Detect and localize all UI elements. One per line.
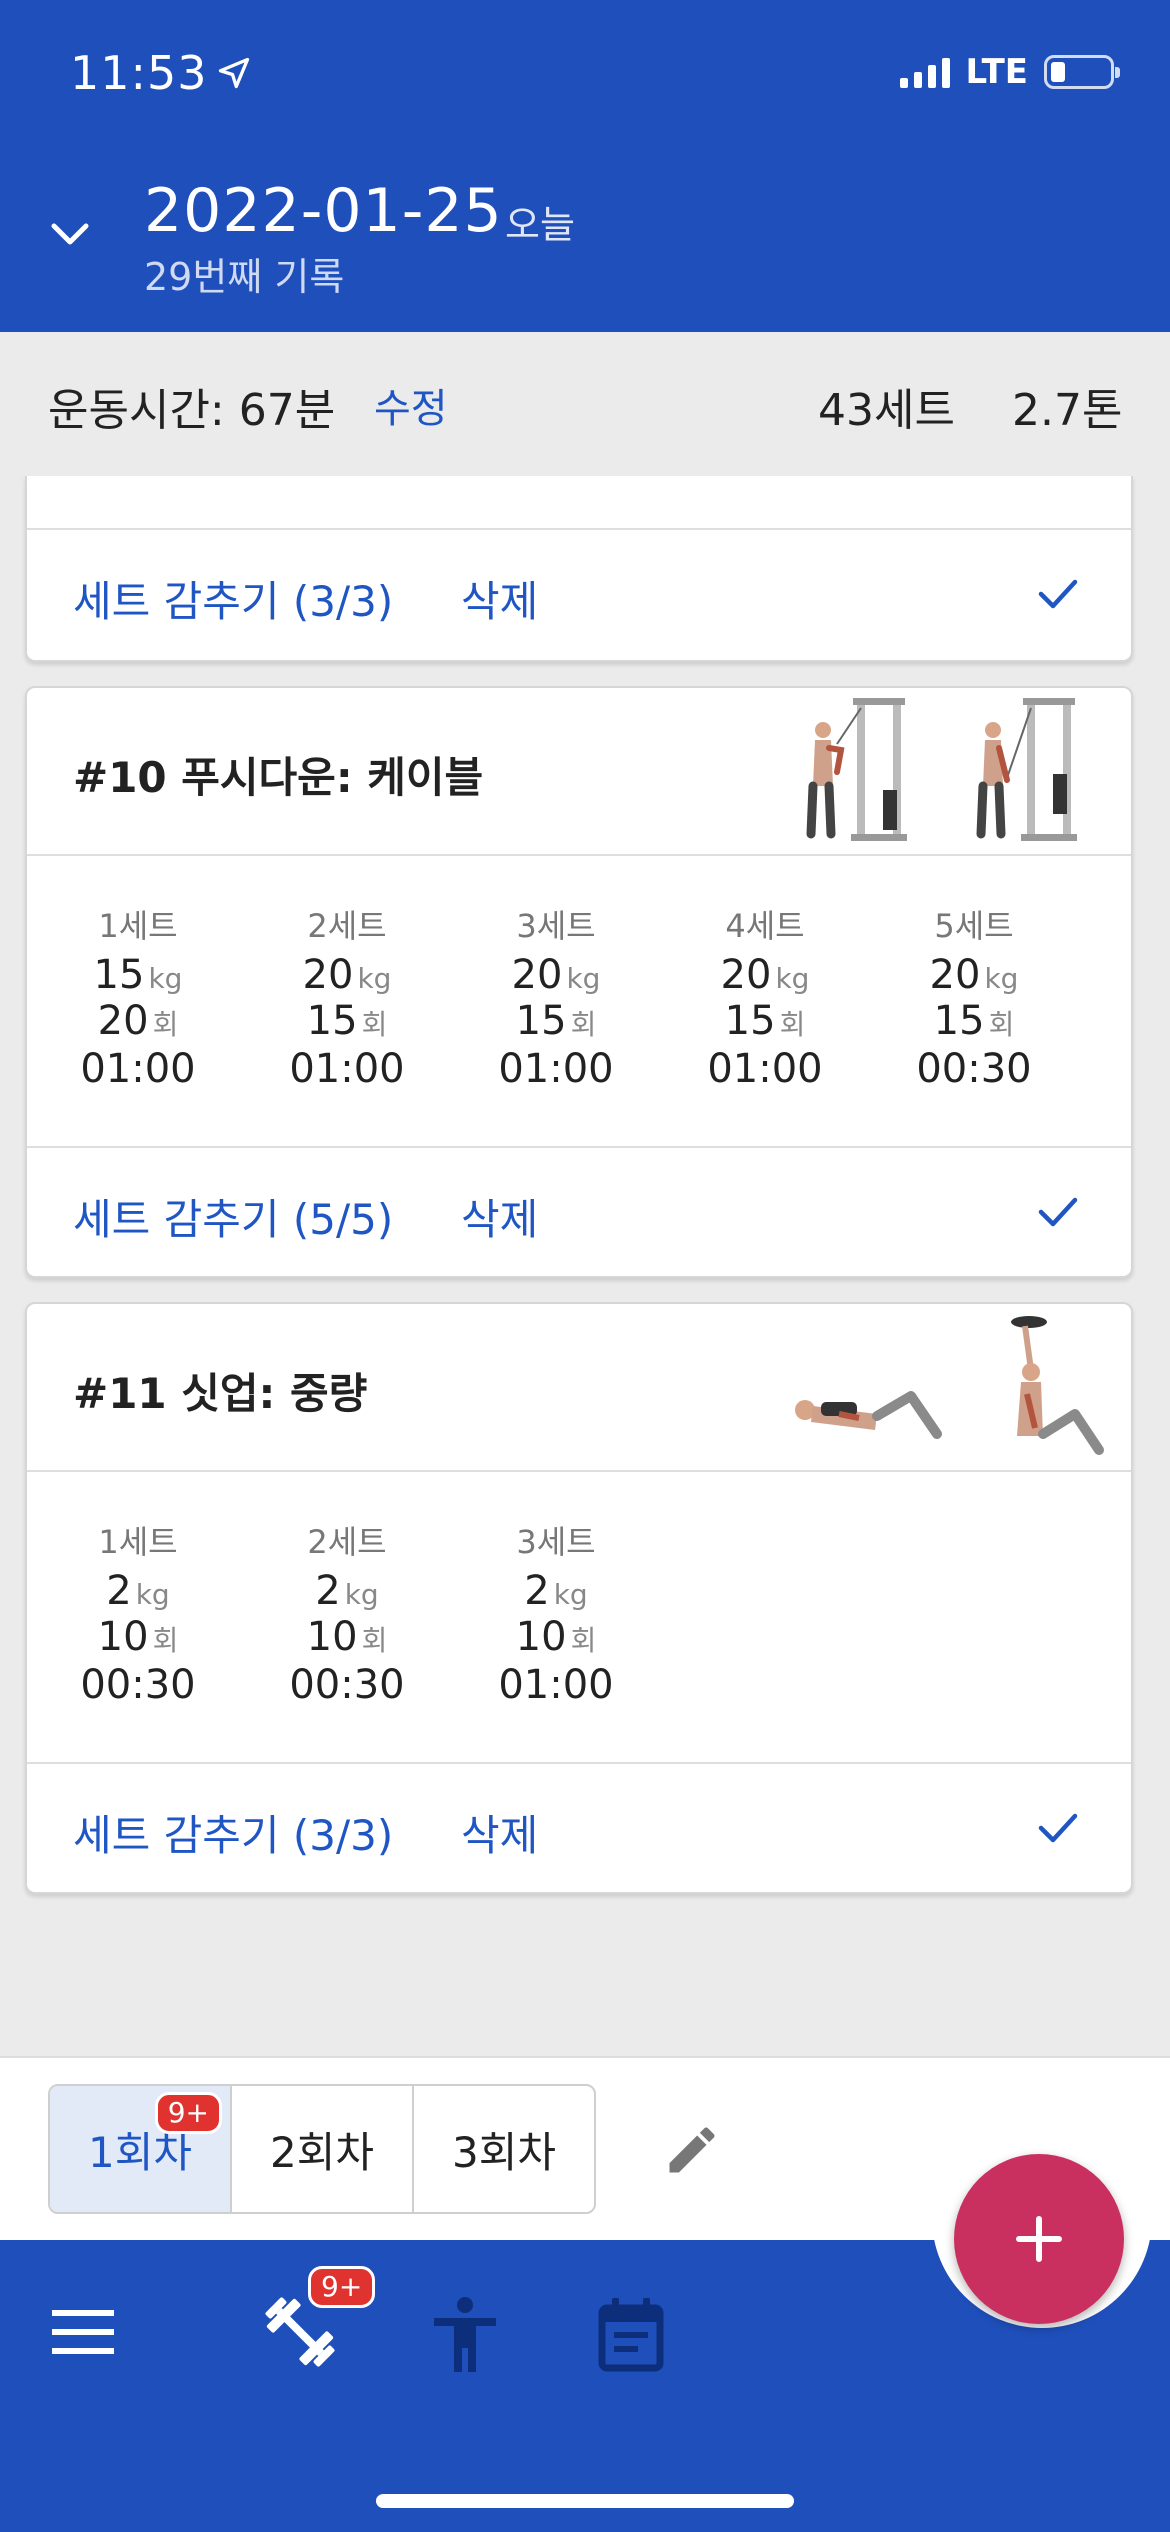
set-item[interactable]: 3세트 2 kg 10 회 01:00 bbox=[466, 1516, 646, 1710]
set-time: 01:00 bbox=[498, 1662, 614, 1708]
exercise-card-partial: 세트 감추기 (3/3) 삭제 bbox=[25, 476, 1133, 662]
tab-label: 3회차 bbox=[451, 2127, 556, 2177]
situp-illustration-start bbox=[795, 1391, 942, 1439]
set-weight: 15 kg bbox=[93, 952, 183, 998]
tab-session-1[interactable]: 1회차 9+ bbox=[50, 2086, 232, 2212]
tab-label: 2회차 bbox=[269, 2127, 374, 2177]
set-name: 1세트 bbox=[98, 907, 178, 945]
workout-badge: 9+ bbox=[308, 2266, 376, 2308]
hide-sets-button[interactable]: 세트 감추기 (3/3) bbox=[73, 1802, 393, 1863]
set-weight: 2 kg bbox=[524, 1568, 588, 1614]
set-name: 5세트 bbox=[934, 907, 1014, 945]
exercise-title: #11 싯업: 중량 bbox=[73, 1369, 368, 1418]
set-item[interactable]: 2세트 2 kg 10 회 00:30 bbox=[257, 1516, 437, 1710]
check-icon[interactable] bbox=[1035, 570, 1081, 616]
total-sets: 43세트 bbox=[818, 385, 955, 436]
set-time: 01:00 bbox=[80, 1046, 196, 1092]
check-icon[interactable] bbox=[1035, 1804, 1081, 1850]
set-reps: 15 회 bbox=[724, 998, 806, 1044]
set-time: 00:30 bbox=[916, 1046, 1032, 1092]
hide-sets-button[interactable]: 세트 감추기 (5/5) bbox=[73, 1186, 393, 1247]
total-tons: 2.7톤 bbox=[1012, 385, 1123, 436]
set-weight: 20 kg bbox=[511, 952, 601, 998]
status-indicators: LTE bbox=[899, 52, 1120, 92]
set-reps: 20 회 bbox=[97, 998, 179, 1044]
workout-duration: 운동시간: 67분 bbox=[48, 385, 336, 436]
pencil-icon[interactable] bbox=[662, 2120, 722, 2180]
card-footer: 세트 감추기 (3/3) 삭제 bbox=[27, 530, 1131, 660]
cable-pushdown-illustration-start bbox=[806, 698, 907, 841]
today-label: 오늘 bbox=[505, 203, 575, 247]
set-weight: 20 kg bbox=[302, 952, 392, 998]
set-name: 2세트 bbox=[307, 907, 387, 945]
sets-list: 1세트 2 kg 10 회 00:30 2세트 2 kg 10 회 00:30 3세트 … bbox=[27, 1472, 1131, 1766]
set-item[interactable]: 5세트 20 kg 15 회 00:30 bbox=[884, 900, 1064, 1094]
tab-session-2[interactable]: 2회차 bbox=[232, 2086, 414, 2212]
set-item[interactable]: 1세트 2 kg 10 회 00:30 bbox=[48, 1516, 228, 1710]
battery-icon bbox=[1044, 55, 1120, 89]
chevron-down-icon[interactable] bbox=[46, 214, 94, 254]
set-item[interactable]: 1세트 15 kg 20 회 01:00 bbox=[48, 900, 228, 1094]
set-time: 00:30 bbox=[80, 1662, 196, 1708]
delete-button[interactable]: 삭제 bbox=[461, 568, 538, 629]
status-time: 11:53 bbox=[70, 46, 252, 100]
card-footer: 세트 감추기 (5/5) 삭제 bbox=[27, 1146, 1131, 1276]
record-count: 29번째 기록 bbox=[144, 255, 345, 299]
exercise-card: #11 싯업: 중량 1세트 2 kg 10 회 00:30 2세트 2 kg 10 회 bbox=[25, 1302, 1133, 1894]
set-name: 1세트 bbox=[98, 1523, 178, 1561]
edit-duration-button[interactable]: 수정 bbox=[374, 376, 448, 434]
situp-illustration-end bbox=[1011, 1316, 1104, 1455]
set-time: 01:00 bbox=[498, 1046, 614, 1092]
network-label: LTE bbox=[965, 52, 1028, 92]
calendar-icon[interactable] bbox=[596, 2296, 666, 2372]
hide-sets-button[interactable]: 세트 감추기 (3/3) bbox=[73, 568, 393, 629]
home-indicator[interactable] bbox=[376, 2494, 794, 2508]
exercise-card: #10 푸시다운: 케이블 1세트 15 kg 20 회 01:00 2세트 2… bbox=[25, 686, 1133, 1278]
set-name: 3세트 bbox=[516, 1523, 596, 1561]
check-icon[interactable] bbox=[1035, 1188, 1081, 1234]
delete-button[interactable]: 삭제 bbox=[461, 1802, 538, 1863]
set-weight: 20 kg bbox=[929, 952, 1019, 998]
set-item[interactable]: 2세트 20 kg 15 회 01:00 bbox=[257, 900, 437, 1094]
plus-icon bbox=[1016, 2216, 1062, 2262]
set-weight: 2 kg bbox=[315, 1568, 379, 1614]
exercise-header[interactable]: #11 싯업: 중량 bbox=[27, 1304, 1131, 1472]
set-item[interactable]: 3세트 20 kg 15 회 01:00 bbox=[466, 900, 646, 1094]
tab-session-3[interactable]: 3회차 bbox=[414, 2086, 594, 2212]
delete-button[interactable]: 삭제 bbox=[461, 1186, 538, 1247]
set-name: 4세트 bbox=[725, 907, 805, 945]
sets-list: 1세트 15 kg 20 회 01:00 2세트 20 kg 15 회 01:00 3세… bbox=[27, 856, 1131, 1150]
body-icon[interactable] bbox=[430, 2296, 500, 2374]
card-footer: 세트 감추기 (3/3) 삭제 bbox=[27, 1762, 1131, 1892]
clock-text: 11:53 bbox=[70, 46, 208, 100]
notification-badge: 9+ bbox=[154, 2092, 222, 2134]
set-weight: 2 kg bbox=[106, 1568, 170, 1614]
workout-summary: 운동시간: 67분 수정 43세트 2.7톤 bbox=[0, 332, 1170, 476]
set-name: 3세트 bbox=[516, 907, 596, 945]
add-exercise-button[interactable] bbox=[954, 2154, 1124, 2324]
menu-icon[interactable] bbox=[48, 2302, 118, 2362]
set-weight: 20 kg bbox=[720, 952, 810, 998]
exercise-header[interactable]: #10 푸시다운: 케이블 bbox=[27, 688, 1131, 856]
set-reps: 15 회 bbox=[933, 998, 1015, 1044]
set-time: 01:00 bbox=[289, 1046, 405, 1092]
set-time: 00:30 bbox=[289, 1662, 405, 1708]
app-header: 11:53 LTE 2022-01-25 오늘 29번째 기록 bbox=[0, 0, 1170, 332]
set-reps: 10 회 bbox=[97, 1614, 179, 1660]
exercise-title: #10 푸시다운: 케이블 bbox=[73, 753, 484, 802]
workout-date[interactable]: 2022-01-25 bbox=[144, 176, 503, 246]
set-name: 2세트 bbox=[307, 1523, 387, 1561]
set-reps: 15 회 bbox=[515, 998, 597, 1044]
set-reps: 10 회 bbox=[306, 1614, 388, 1660]
cable-pushdown-illustration-end bbox=[976, 698, 1077, 841]
set-reps: 10 회 bbox=[515, 1614, 597, 1660]
set-time: 01:00 bbox=[707, 1046, 823, 1092]
signal-icon bbox=[899, 56, 950, 88]
set-item[interactable]: 4세트 20 kg 15 회 01:00 bbox=[675, 900, 855, 1094]
session-tabs: 1회차 9+ 2회차 3회차 bbox=[48, 2084, 596, 2214]
location-arrow-icon bbox=[218, 57, 249, 89]
set-reps: 15 회 bbox=[306, 998, 388, 1044]
